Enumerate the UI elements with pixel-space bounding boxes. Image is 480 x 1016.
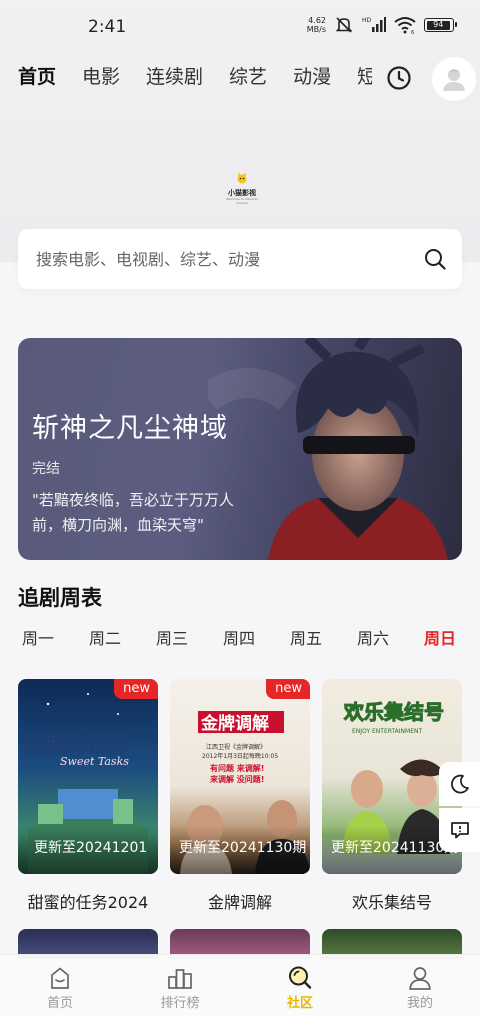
tab-home[interactable]: 首页	[18, 62, 57, 96]
nav-home[interactable]: 首页	[0, 955, 120, 1016]
moon-icon	[450, 774, 469, 794]
category-tabs: 首页 电影 连续剧 综艺 动漫 短	[18, 62, 372, 96]
net-speed-unit: MB/s	[306, 25, 326, 34]
status-time: 2:41	[88, 17, 127, 37]
weekday-tabs: 周一 周二 周三 周四 周五 周六 周日	[22, 625, 462, 649]
update-status: 更新至20241201	[34, 840, 148, 856]
show-poster[interactable]: 金牌调解 江西卫视《金牌调解》 2012年1月3日起每晚10:05 有问题 来调…	[170, 679, 310, 874]
tab-short[interactable]: 短	[357, 62, 372, 96]
avatar[interactable]	[432, 57, 476, 101]
avatar-user-icon	[443, 69, 465, 91]
svg-text:6: 6	[411, 30, 414, 34]
dark-mode-button[interactable]	[439, 762, 480, 806]
weekday-sat[interactable]: 周六	[357, 625, 389, 649]
banner-status: 完结	[32, 461, 60, 477]
net-speed: 4.62 MB/s	[307, 16, 326, 34]
nav-label: 社区	[286, 996, 313, 1011]
battery-level: 94	[426, 20, 450, 30]
battery-icon: 94	[424, 18, 457, 32]
poster-logo: 甜蜜的任务 Sweet Tasks	[24, 732, 131, 769]
tab-variety[interactable]: 综艺	[229, 62, 267, 96]
poster-line-3: 有问题 来调解!	[210, 763, 264, 773]
nav-community[interactable]: 社区	[240, 955, 360, 1016]
weekday-wed[interactable]: 周三	[156, 625, 188, 649]
tab-anime[interactable]: 动漫	[293, 62, 331, 96]
signal-hd-icon: HD	[362, 17, 386, 32]
app-logo: 小猫影视 Welcome to Xiaomao Cinema	[222, 170, 262, 205]
schedule-title: 追剧周表	[18, 586, 102, 610]
featured-banner[interactable]: 斩神之凡尘神域 完结 "若黯夜终临，吾必立于万万人前，横刀向渊，血染天穹"	[18, 338, 462, 560]
tab-label: 综艺	[229, 66, 268, 88]
history-clock-icon[interactable]	[384, 63, 414, 93]
bottom-navigation: 首页 排行榜 社区 我的	[0, 954, 480, 1016]
feedback-message-icon	[450, 822, 469, 839]
update-status: 更新至20241130期	[179, 840, 307, 856]
search-community-icon	[289, 966, 312, 989]
nav-label: 我的	[406, 996, 433, 1011]
poster-subtitle: Sweet Tasks	[60, 755, 129, 768]
tab-label: 动漫	[293, 66, 332, 88]
tab-series[interactable]: 连续剧	[146, 62, 203, 96]
status-icons: 4.62 MB/s HD 6 94	[307, 16, 457, 34]
weekday-fri[interactable]: 周五	[290, 625, 322, 649]
nav-profile[interactable]: 我的	[360, 955, 480, 1016]
nav-label: 首页	[46, 996, 73, 1011]
weekday-thu[interactable]: 周四	[223, 625, 255, 649]
status-bar: 2:41 4.62 MB/s HD 6 94	[0, 0, 480, 56]
banner-description: "若黯夜终临，吾必立于万万人前，横刀向渊，血染天穹"	[32, 491, 234, 534]
show-card[interactable]: 甜蜜的任务 Sweet Tasks new 更新至20241201 甜蜜的任务2…	[18, 679, 158, 913]
show-title[interactable]: 甜蜜的任务2024	[18, 889, 158, 913]
poster-subtitle: ENJOY ENTERTAINMENT	[352, 728, 423, 735]
poster-caption: 更新至20241201	[18, 826, 158, 874]
poster-title: 甜蜜的任务	[24, 732, 130, 756]
logo-tagline: Welcome to Xiaomao Cinema	[226, 197, 258, 205]
poster-title: 欢乐集结号	[343, 700, 444, 724]
floating-actions	[439, 762, 480, 852]
svg-text:HD: HD	[362, 17, 372, 24]
schedule-cards: 甜蜜的任务 Sweet Tasks new 更新至20241201 甜蜜的任务2…	[18, 679, 480, 919]
poster-line-2: 2012年1月3日起每晚10:05	[202, 752, 278, 760]
search-bar[interactable]	[18, 229, 462, 289]
poster-line-1: 江西卫视《金牌调解》	[206, 743, 266, 751]
ranking-icon	[168, 969, 192, 989]
nav-ranking[interactable]: 排行榜	[120, 955, 240, 1016]
poster-caption: 更新至20241130期	[170, 826, 310, 874]
show-poster[interactable]: 甜蜜的任务 Sweet Tasks new 更新至20241201	[18, 679, 158, 874]
banner-character-art	[208, 338, 448, 560]
net-speed-value: 4.62	[308, 16, 326, 25]
show-title[interactable]: 欢乐集结号	[322, 889, 462, 913]
new-badge: new	[266, 679, 310, 699]
weekday-tue[interactable]: 周二	[89, 625, 121, 649]
tab-label: 电影	[82, 66, 121, 88]
show-card[interactable]: 金牌调解 江西卫视《金牌调解》 2012年1月3日起每晚10:05 有问题 来调…	[170, 679, 310, 913]
weekday-sun[interactable]: 周日	[424, 625, 456, 649]
logo-name: 小猫影视	[228, 189, 256, 197]
show-title[interactable]: 金牌调解	[170, 889, 310, 913]
home-icon	[51, 967, 69, 989]
new-badge: new	[114, 679, 158, 699]
banner-title: 斩神之凡尘神域	[32, 413, 228, 444]
cat-logo-icon	[237, 172, 247, 184]
tab-label: 短	[357, 66, 372, 88]
poster-line-4: 来调解 没问题!	[209, 774, 264, 784]
feedback-button[interactable]	[439, 808, 480, 852]
tab-label: 首页	[18, 66, 57, 88]
search-icon[interactable]	[424, 248, 446, 270]
search-input[interactable]	[36, 229, 416, 289]
tab-label: 连续剧	[146, 66, 204, 88]
poster-title: 金牌调解	[200, 713, 269, 734]
nav-label: 排行榜	[160, 996, 200, 1011]
tab-movie[interactable]: 电影	[82, 62, 120, 96]
wifi-icon: 6	[394, 17, 416, 34]
mute-icon	[335, 17, 353, 33]
profile-icon	[409, 967, 431, 990]
weekday-mon[interactable]: 周一	[22, 625, 54, 649]
